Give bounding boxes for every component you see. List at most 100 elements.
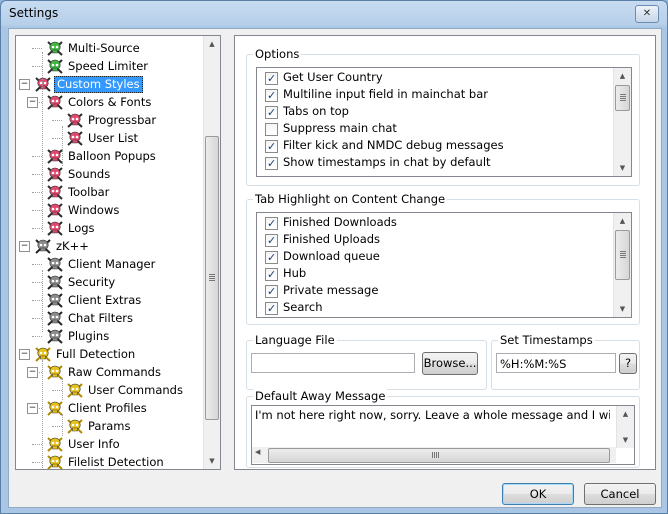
collapse-icon[interactable]: − bbox=[19, 79, 30, 90]
tree-item[interactable]: Filelist Detection bbox=[16, 453, 202, 469]
tree-item-label: Custom Styles bbox=[54, 76, 143, 93]
away-message-group: Default Away Message I'm not here right … bbox=[246, 389, 640, 468]
tree-item[interactable]: Params bbox=[16, 417, 202, 435]
tree-item-label: Raw Commands bbox=[68, 365, 161, 379]
cancel-button[interactable]: Cancel bbox=[584, 483, 656, 505]
scroll-thumb[interactable] bbox=[268, 448, 610, 463]
checkbox[interactable] bbox=[265, 87, 278, 104]
tree-connector bbox=[52, 390, 62, 391]
tree-item[interactable]: Progressbar bbox=[16, 111, 202, 129]
checkbox[interactable] bbox=[265, 155, 278, 172]
tree-item[interactable]: Toolbar bbox=[16, 183, 202, 201]
tree-guide-line bbox=[42, 270, 43, 332]
close-button[interactable]: ✕ bbox=[635, 5, 659, 23]
collapse-icon[interactable]: − bbox=[27, 367, 38, 378]
scroll-down-icon[interactable]: ▼ bbox=[617, 432, 634, 448]
tree-scrollbar[interactable]: ▲ ▼ bbox=[203, 36, 220, 469]
scroll-thumb[interactable] bbox=[615, 85, 630, 111]
scroll-up-icon[interactable]: ▲ bbox=[614, 213, 631, 229]
tree-item[interactable]: Sounds bbox=[16, 165, 202, 183]
checkbox-label: Download queue bbox=[283, 249, 380, 263]
away-message-field[interactable]: I'm not here right now, sorry. Leave a w… bbox=[251, 405, 635, 465]
scroll-thumb[interactable] bbox=[615, 230, 630, 280]
scroll-down-icon[interactable]: ▼ bbox=[614, 160, 631, 176]
browse-button[interactable]: Browse... bbox=[422, 352, 478, 375]
tab-highlight-title: Tab Highlight on Content Change bbox=[253, 192, 448, 206]
timestamp-help-button[interactable]: ? bbox=[619, 353, 637, 374]
tree-guide-line bbox=[42, 360, 43, 469]
title-bar[interactable]: Settings ✕ bbox=[1, 1, 667, 27]
scroll-up-icon[interactable]: ▲ bbox=[614, 68, 631, 84]
language-file-input[interactable] bbox=[251, 353, 415, 373]
options-group: Options Get User Country Multiline input … bbox=[246, 47, 640, 186]
checkbox[interactable] bbox=[265, 283, 278, 300]
yellow-skull-icon bbox=[46, 436, 64, 452]
checkbox[interactable] bbox=[265, 70, 278, 87]
checkbox[interactable] bbox=[265, 232, 278, 249]
tree-item[interactable]: User Commands bbox=[16, 381, 202, 399]
tree-item-label: Client Extras bbox=[68, 293, 142, 307]
tree-item-label: Progressbar bbox=[88, 113, 157, 127]
tree-item[interactable]: Speed Limiter bbox=[16, 57, 202, 75]
away-message-text: I'm not here right now, sorry. Leave a w… bbox=[255, 408, 610, 422]
tree-item[interactable]: Client Extras bbox=[16, 291, 202, 309]
collapse-icon[interactable]: − bbox=[19, 241, 30, 252]
collapse-icon[interactable]: − bbox=[19, 349, 30, 360]
tree-connector bbox=[32, 264, 42, 265]
grey-skull-icon bbox=[46, 328, 64, 344]
timestamps-title: Set Timestamps bbox=[498, 333, 595, 347]
away-vscrollbar[interactable]: ▲ ▼ bbox=[616, 406, 634, 448]
tree-item[interactable]: User Info bbox=[16, 435, 202, 453]
collapse-icon[interactable]: − bbox=[27, 403, 38, 414]
collapse-icon[interactable]: − bbox=[27, 97, 38, 108]
checkbox[interactable] bbox=[265, 138, 278, 155]
scroll-left-icon[interactable]: ◀ bbox=[255, 448, 260, 456]
scroll-down-icon[interactable]: ▼ bbox=[614, 301, 631, 317]
tree-item[interactable]: − Raw Commands bbox=[16, 363, 202, 381]
language-file-group: Language File Browse... bbox=[246, 333, 487, 390]
away-hscrollbar[interactable]: ◀ bbox=[252, 447, 616, 463]
pink-skull-icon bbox=[46, 220, 64, 236]
checkbox-label: Tabs on top bbox=[283, 104, 349, 118]
tree-item[interactable]: Security bbox=[16, 273, 202, 291]
tree-item[interactable]: Windows bbox=[16, 201, 202, 219]
scroll-up-icon[interactable]: ▲ bbox=[617, 406, 634, 422]
ok-button[interactable]: OK bbox=[502, 483, 574, 505]
tree-item[interactable]: − Colors & Fonts bbox=[16, 93, 202, 111]
tree-item[interactable]: − Full Detection bbox=[16, 345, 202, 363]
tree-item[interactable]: Multi-Source bbox=[16, 39, 202, 57]
checkbox-label: Show timestamps in chat by default bbox=[283, 155, 491, 169]
tree-item[interactable]: Chat Filters bbox=[16, 309, 202, 327]
tree-item[interactable]: Logs bbox=[16, 219, 202, 237]
tree-item[interactable]: Plugins bbox=[16, 327, 202, 345]
checkbox-label: Private message bbox=[283, 283, 379, 297]
dialog-client: Multi-Source Speed Limiter − Custom Styles −… bbox=[8, 28, 662, 508]
scroll-up-icon[interactable]: ▲ bbox=[204, 36, 220, 52]
tree-connector bbox=[52, 138, 62, 139]
checkbox[interactable] bbox=[265, 123, 278, 136]
checkbox[interactable] bbox=[265, 300, 278, 317]
tree-connector bbox=[32, 156, 42, 157]
checkbox-label: Multiline input field in mainchat bar bbox=[283, 87, 488, 101]
checkbox[interactable] bbox=[265, 249, 278, 266]
scroll-thumb[interactable] bbox=[205, 136, 219, 420]
tree-item[interactable]: − zK++ bbox=[16, 237, 202, 255]
tree-item[interactable]: − Custom Styles bbox=[16, 75, 202, 93]
grey-skull-icon bbox=[46, 256, 64, 272]
timestamp-format-input[interactable]: %H:%M:%S bbox=[496, 353, 616, 373]
tree-connector bbox=[32, 48, 42, 49]
tab-highlight-list: Finished Downloads Finished Uploads Downlo… bbox=[256, 212, 632, 318]
checkbox[interactable] bbox=[265, 266, 278, 283]
options-scrollbar[interactable]: ▲ ▼ bbox=[613, 68, 631, 176]
timestamps-group: Set Timestamps %H:%M:%S ? bbox=[491, 333, 640, 390]
tree-item[interactable]: Balloon Popups bbox=[16, 147, 202, 165]
tree-item[interactable]: Client Manager bbox=[16, 255, 202, 273]
tree-item[interactable]: − Client Profiles bbox=[16, 399, 202, 417]
tree-guide-line bbox=[62, 378, 63, 400]
scroll-down-icon[interactable]: ▼ bbox=[204, 453, 220, 469]
tab-highlight-scrollbar[interactable]: ▲ ▼ bbox=[613, 213, 631, 317]
tree-item-label: Balloon Popups bbox=[68, 149, 156, 163]
checkbox[interactable] bbox=[265, 215, 278, 232]
tree-item[interactable]: User List bbox=[16, 129, 202, 147]
checkbox[interactable] bbox=[265, 104, 278, 121]
